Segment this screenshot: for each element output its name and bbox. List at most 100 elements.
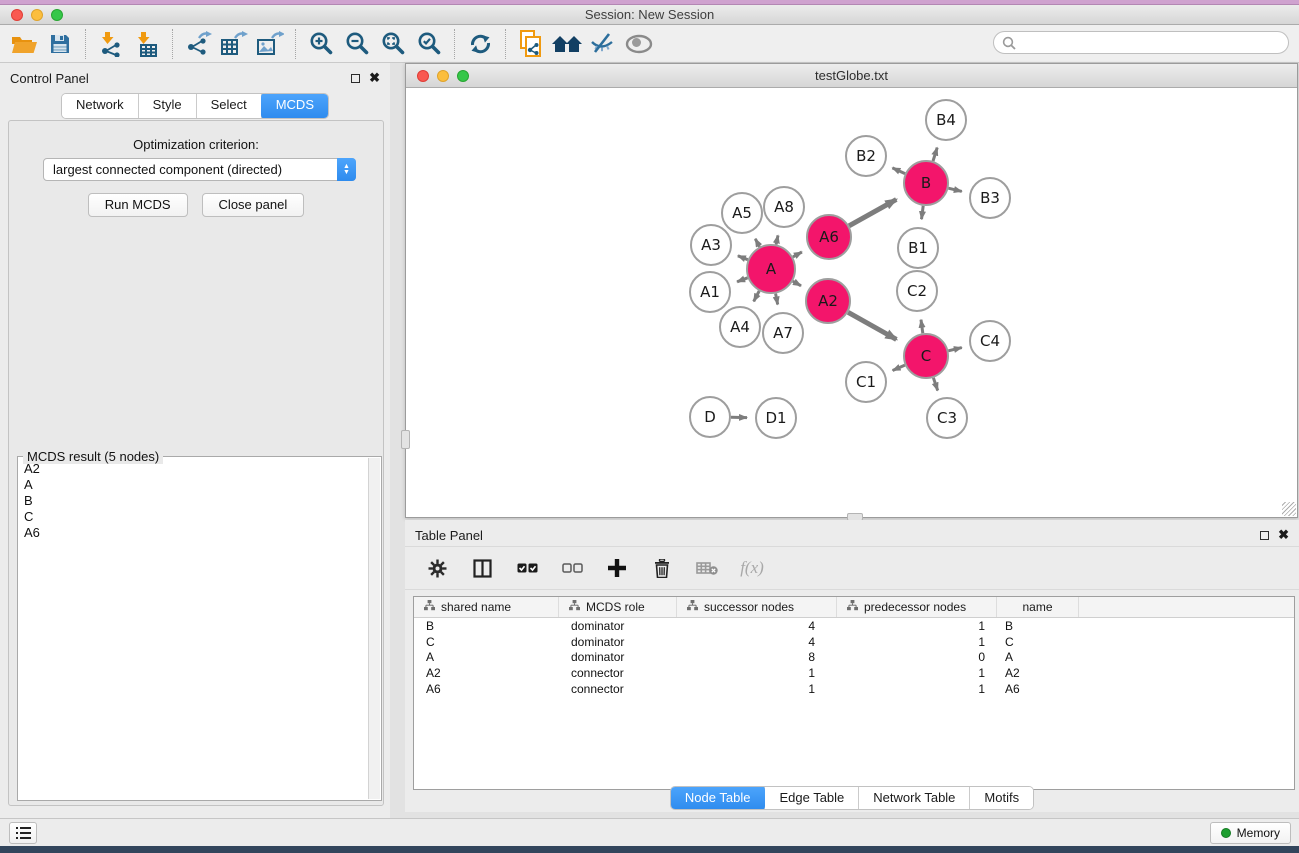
open-session-icon[interactable] bbox=[6, 28, 42, 60]
column-visibility-icon[interactable] bbox=[464, 552, 500, 584]
edge-A-A5[interactable] bbox=[755, 239, 759, 247]
network-graph[interactable]: A A1 A2 A3 A4 A5 A6 A7 A8 B B1 B2 B3B4 C C1 C2 C3C4 D D1 bbox=[406, 88, 1295, 517]
tab-network[interactable]: Network bbox=[62, 94, 139, 118]
node-A1[interactable]: A1 bbox=[690, 272, 730, 312]
node-A5[interactable]: A5 bbox=[722, 193, 762, 233]
float-table-panel-icon[interactable] bbox=[1260, 531, 1269, 540]
node-table[interactable]: shared nameMCDS rolesuccessor nodesprede… bbox=[413, 596, 1295, 790]
close-table-panel-icon[interactable]: ✖ bbox=[1278, 530, 1289, 540]
export-image-icon[interactable] bbox=[252, 28, 288, 60]
mcds-result-item[interactable]: C bbox=[24, 509, 367, 525]
search-input[interactable] bbox=[1021, 34, 1288, 52]
table-row[interactable]: A2connector11A2 bbox=[414, 665, 1294, 681]
tab-edge-table[interactable]: Edge Table bbox=[765, 787, 859, 809]
edge-C-C2[interactable] bbox=[921, 320, 923, 334]
memory-button[interactable]: Memory bbox=[1210, 822, 1291, 844]
node-B3[interactable]: B3 bbox=[970, 178, 1010, 218]
criterion-dropdown[interactable]: largest connected component (directed) ▲… bbox=[43, 158, 356, 181]
node-B2[interactable]: B2 bbox=[846, 136, 886, 176]
import-network-icon[interactable] bbox=[93, 28, 129, 60]
table-row[interactable]: A6connector11A6 bbox=[414, 681, 1294, 697]
node-B[interactable]: B bbox=[904, 161, 948, 205]
node-B1[interactable]: B1 bbox=[898, 228, 938, 268]
splitter-handle-left[interactable] bbox=[401, 430, 410, 449]
search-field[interactable] bbox=[993, 31, 1289, 54]
task-history-button[interactable] bbox=[9, 822, 37, 844]
node-A6[interactable]: A6 bbox=[807, 215, 851, 259]
edge-A-A4[interactable] bbox=[754, 291, 760, 301]
save-session-icon[interactable] bbox=[42, 28, 78, 60]
export-network-icon[interactable] bbox=[180, 28, 216, 60]
edge-A-A2[interactable] bbox=[793, 281, 801, 286]
edge-A-A6[interactable] bbox=[793, 252, 802, 257]
node-A[interactable]: A bbox=[747, 245, 795, 293]
hide-graphics-icon[interactable] bbox=[585, 28, 621, 60]
column-header-name[interactable]: name bbox=[997, 597, 1079, 617]
node-B4[interactable]: B4 bbox=[926, 100, 966, 140]
export-table-icon[interactable] bbox=[216, 28, 252, 60]
zoom-out-icon[interactable] bbox=[339, 28, 375, 60]
select-all-rows-icon[interactable] bbox=[509, 552, 545, 584]
node-C[interactable]: C bbox=[904, 334, 948, 378]
zoom-in-icon[interactable] bbox=[303, 28, 339, 60]
result-scrollbar[interactable] bbox=[368, 458, 380, 799]
close-panel-icon[interactable]: ✖ bbox=[369, 73, 380, 83]
node-A3[interactable]: A3 bbox=[691, 225, 731, 265]
edge-A2-C[interactable] bbox=[848, 312, 896, 339]
node-C3[interactable]: C3 bbox=[927, 398, 967, 438]
node-A4[interactable]: A4 bbox=[720, 307, 760, 347]
edge-B-B1[interactable] bbox=[922, 206, 924, 219]
tab-node-table[interactable]: Node Table bbox=[670, 786, 767, 810]
edge-A-A7[interactable] bbox=[776, 294, 778, 305]
column-header-successor-nodes[interactable]: successor nodes bbox=[677, 597, 837, 617]
delete-row-icon[interactable] bbox=[644, 552, 680, 584]
table-row[interactable]: Cdominator41C bbox=[414, 634, 1294, 650]
close-panel-button[interactable]: Close panel bbox=[202, 193, 305, 217]
edge-C-C3[interactable] bbox=[933, 378, 937, 391]
table-row[interactable]: Bdominator41B bbox=[414, 618, 1294, 634]
edge-C-C4[interactable] bbox=[948, 348, 961, 351]
table-row[interactable]: Adominator80A bbox=[414, 650, 1294, 666]
table-settings-icon[interactable] bbox=[419, 552, 455, 584]
tab-network-table[interactable]: Network Table bbox=[859, 787, 970, 809]
column-header-predecessor-nodes[interactable]: predecessor nodes bbox=[837, 597, 997, 617]
import-table-icon[interactable] bbox=[129, 28, 165, 60]
deselect-all-rows-icon[interactable] bbox=[554, 552, 590, 584]
network-canvas[interactable]: A A1 A2 A3 A4 A5 A6 A7 A8 B B1 B2 B3B4 C C1 C2 C3C4 D D1 bbox=[406, 88, 1297, 517]
tab-motifs[interactable]: Motifs bbox=[970, 787, 1033, 809]
node-A8[interactable]: A8 bbox=[764, 187, 804, 227]
node-C2[interactable]: C2 bbox=[897, 271, 937, 311]
edge-A6-B[interactable] bbox=[849, 200, 896, 226]
node-A7[interactable]: A7 bbox=[763, 313, 803, 353]
resize-grip[interactable] bbox=[1282, 502, 1296, 516]
column-header-MCDS-role[interactable]: MCDS role bbox=[559, 597, 677, 617]
show-graphics-icon[interactable] bbox=[621, 28, 657, 60]
home-icon[interactable] bbox=[549, 28, 585, 60]
node-C1[interactable]: C1 bbox=[846, 362, 886, 402]
mcds-result-item[interactable]: A bbox=[24, 477, 367, 493]
mcds-result-item[interactable]: B bbox=[24, 493, 367, 509]
add-row-icon[interactable] bbox=[599, 552, 635, 584]
tab-select[interactable]: Select bbox=[197, 94, 262, 118]
clone-network-icon[interactable] bbox=[513, 28, 549, 60]
edge-B-B4[interactable] bbox=[933, 148, 937, 162]
mcds-result-item[interactable]: A6 bbox=[24, 525, 367, 541]
zoom-selected-icon[interactable] bbox=[411, 28, 447, 60]
edge-A-A8[interactable] bbox=[776, 235, 778, 244]
edge-B-B3[interactable] bbox=[948, 188, 961, 191]
edge-A-A1[interactable] bbox=[737, 278, 748, 282]
apply-function-icon[interactable]: f(x) bbox=[734, 552, 770, 584]
edge-C-C1[interactable] bbox=[893, 365, 905, 370]
edge-B-B2[interactable] bbox=[892, 168, 905, 174]
node-A2[interactable]: A2 bbox=[806, 279, 850, 323]
run-mcds-button[interactable]: Run MCDS bbox=[88, 193, 188, 217]
zoom-fit-icon[interactable] bbox=[375, 28, 411, 60]
mcds-result-item[interactable]: A2 bbox=[24, 461, 367, 477]
node-C4[interactable]: C4 bbox=[970, 321, 1010, 361]
column-header-shared-name[interactable]: shared name bbox=[414, 597, 559, 617]
refresh-layout-icon[interactable] bbox=[462, 28, 498, 60]
node-D[interactable]: D bbox=[690, 397, 730, 437]
delete-table-icon[interactable] bbox=[689, 552, 725, 584]
tab-style[interactable]: Style bbox=[139, 94, 197, 118]
node-D1[interactable]: D1 bbox=[756, 398, 796, 438]
